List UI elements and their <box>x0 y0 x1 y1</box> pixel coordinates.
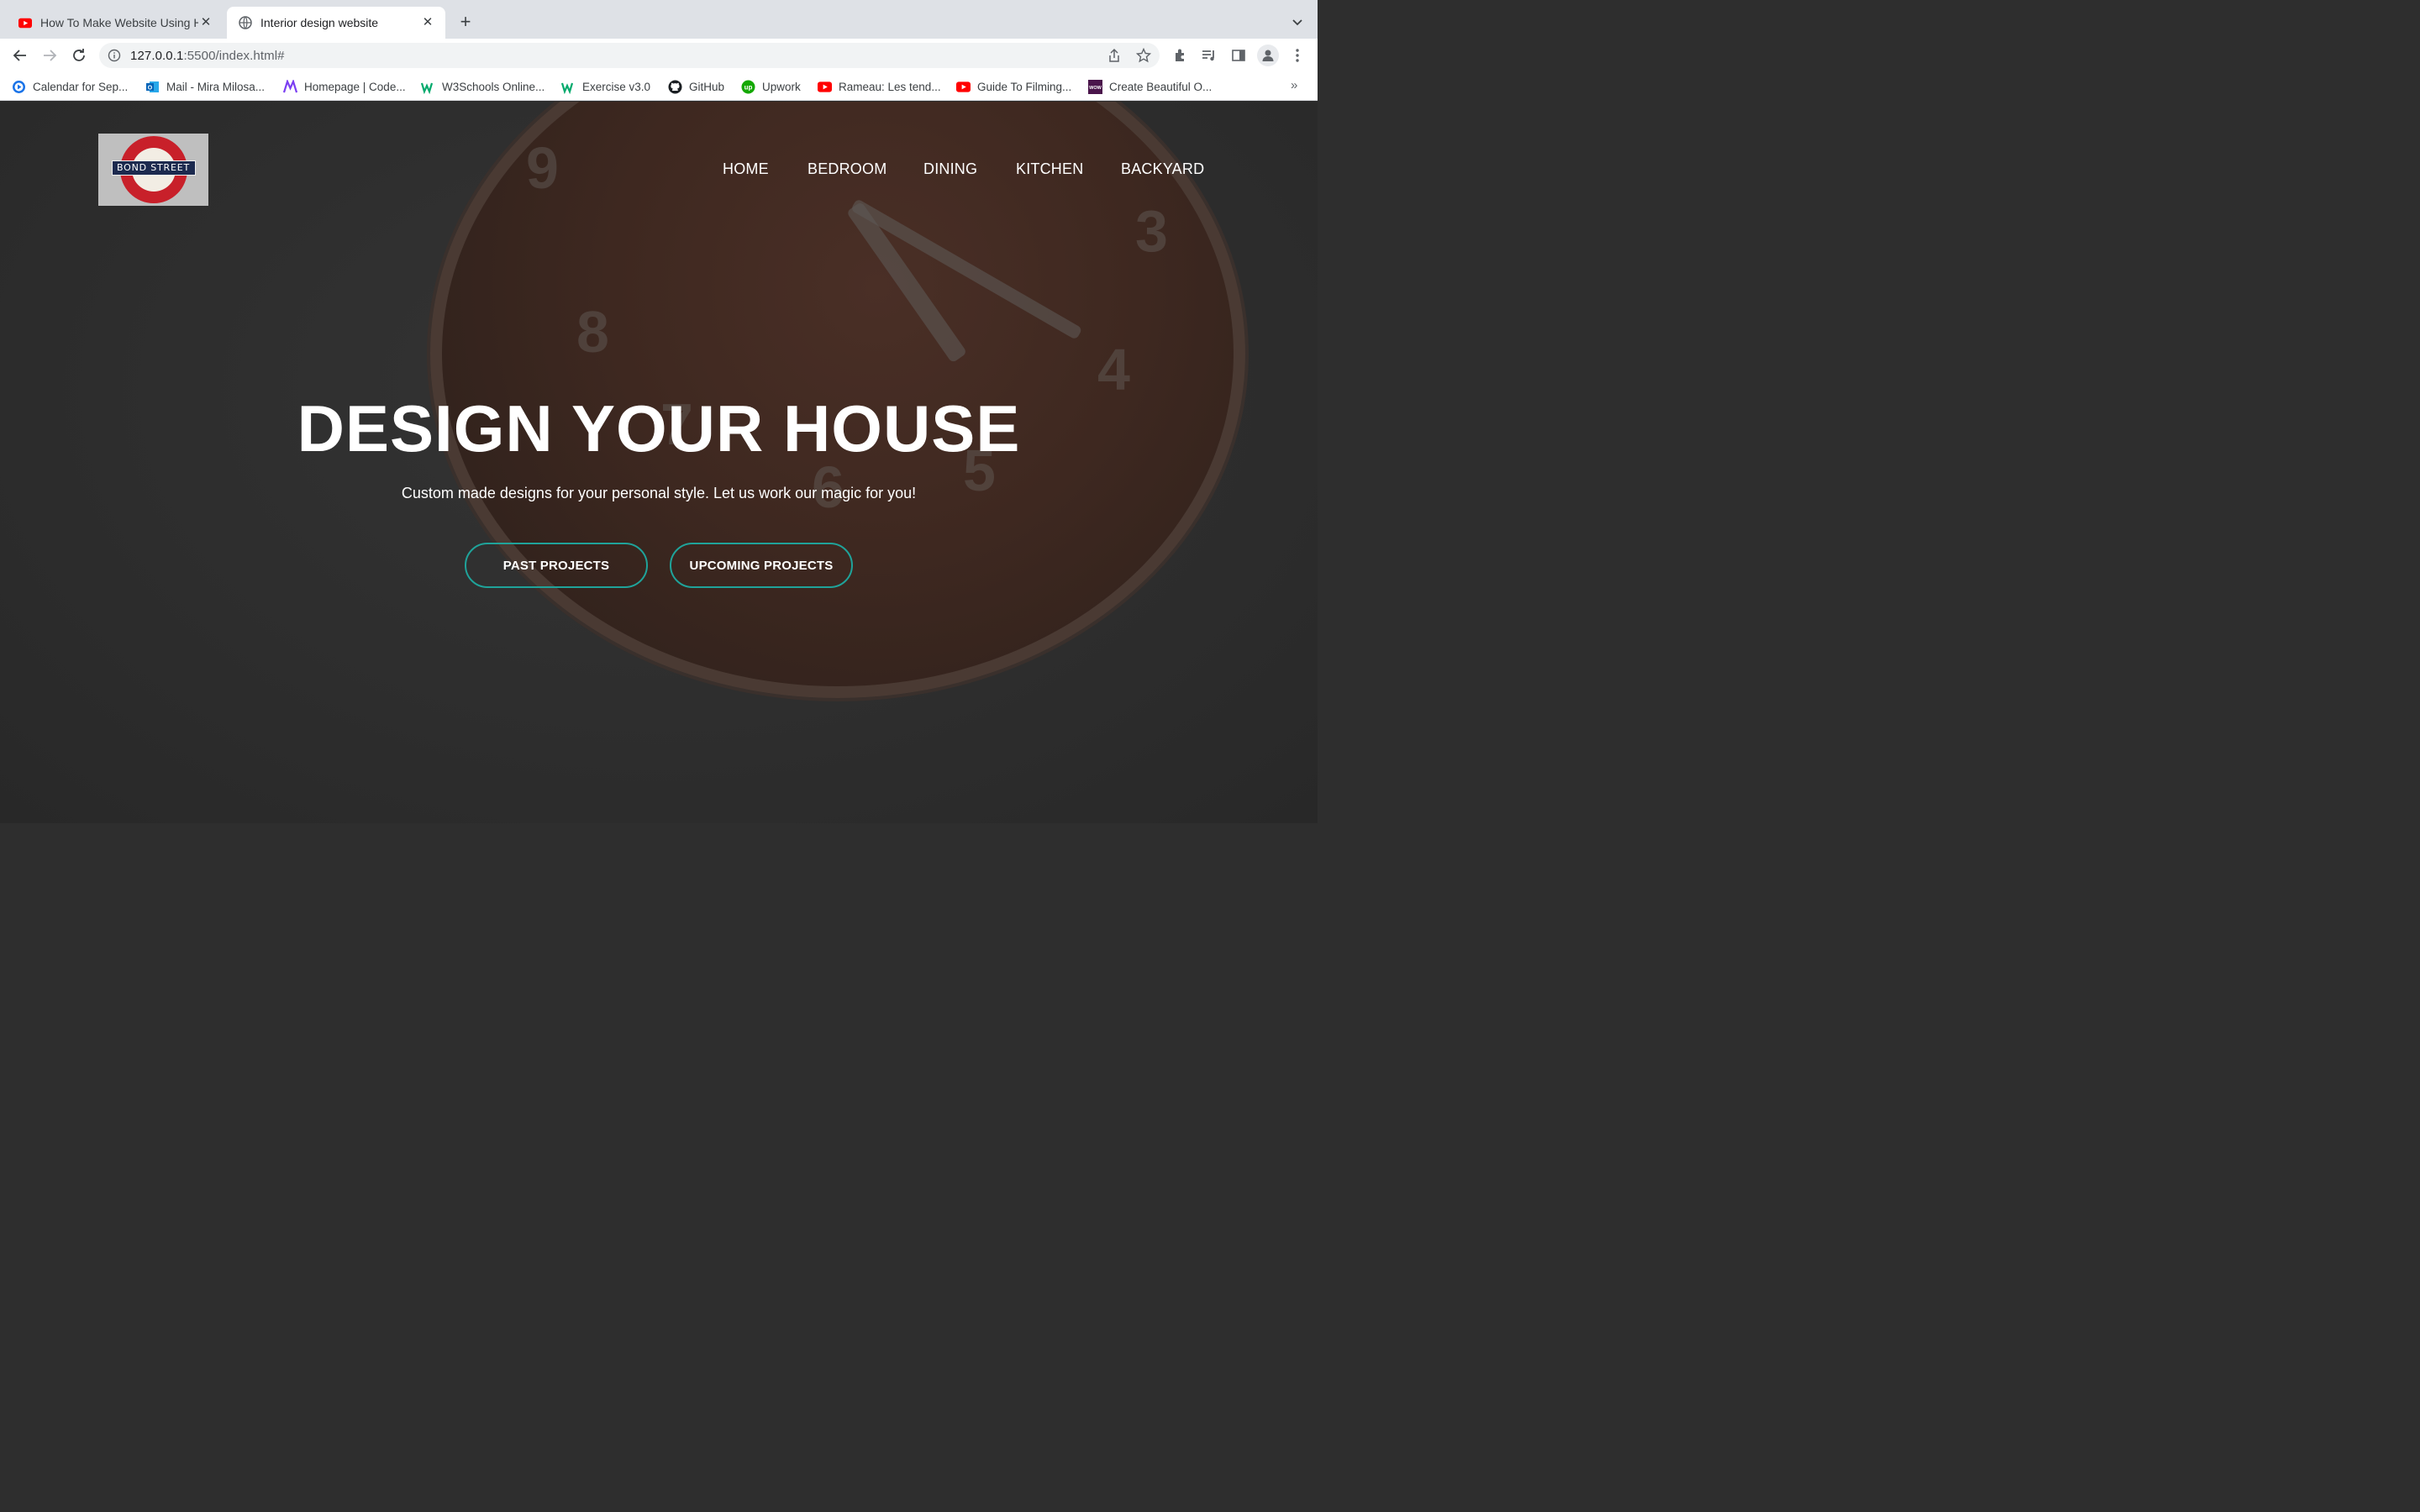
bookmark-label: Exercise v3.0 <box>582 80 651 93</box>
tab-strip: How To Make Website Using HTML ✕ Interio… <box>0 0 1318 39</box>
profile-avatar-icon[interactable] <box>1257 45 1279 66</box>
clock-hand <box>845 201 968 364</box>
bond-street-roundel: BOND STREET <box>111 136 196 203</box>
bookmark-item[interactable]: Calendar for Sep... <box>12 78 128 95</box>
upwork-icon: up <box>741 80 755 94</box>
bookmark-label: Guide To Filming... <box>977 80 1072 93</box>
bookmark-item[interactable]: Rameau: Les tend... <box>818 78 941 95</box>
tab-title: How To Make Website Using HTML <box>40 16 198 29</box>
tab-title: Interior design website <box>260 16 379 29</box>
site-logo[interactable]: BOND STREET <box>98 134 208 206</box>
bookmark-label: Calendar for Sep... <box>33 80 129 93</box>
hero-headline: DESIGN YOUR HOUSE <box>297 391 1021 465</box>
w3schools-icon <box>561 80 576 94</box>
side-panel-icon[interactable] <box>1230 47 1247 64</box>
clock-numeral: 8 <box>576 299 609 365</box>
bookmark-label: Mail - Mira Milosa... <box>166 80 266 93</box>
share-icon[interactable] <box>1107 48 1122 63</box>
logo-text: BOND STREET <box>111 160 196 176</box>
info-icon[interactable] <box>108 49 121 62</box>
bookmarks-bar: Calendar for Sep... O Mail - Mira Milosa… <box>0 72 1318 101</box>
tab-interior-design[interactable]: Interior design website ✕ <box>227 7 445 39</box>
youtube-icon <box>818 80 832 94</box>
nav-kitchen[interactable]: KITCHEN <box>1016 160 1083 178</box>
youtube-icon <box>956 80 971 94</box>
bookmark-item[interactable]: up Upwork <box>741 78 801 95</box>
bookmark-label: W3Schools Online... <box>442 80 545 93</box>
extensions-icon[interactable] <box>1172 47 1189 64</box>
w3schools-icon <box>421 80 435 94</box>
nav-bedroom[interactable]: BEDROOM <box>808 160 886 178</box>
reload-icon[interactable] <box>68 45 90 66</box>
upcoming-projects-button[interactable]: UPCOMING PROJECTS <box>670 543 853 588</box>
globe-icon <box>239 16 252 29</box>
bookmark-item[interactable]: Homepage | Code... <box>283 78 406 95</box>
clock-numeral: 9 <box>526 135 559 201</box>
address-bar[interactable]: 127.0.0.1:5500/index.html# <box>99 43 1160 68</box>
nav-dining[interactable]: DINING <box>923 160 977 178</box>
outlook-icon: O <box>145 80 160 94</box>
github-icon <box>668 80 682 94</box>
codecademy-icon <box>283 79 297 94</box>
chevron-down-icon[interactable] <box>1289 13 1306 30</box>
new-tab-button[interactable]: + <box>455 12 476 32</box>
close-icon[interactable]: ✕ <box>420 15 435 30</box>
browser-toolbar: 127.0.0.1:5500/index.html# <box>0 39 1318 72</box>
media-queue-icon[interactable] <box>1201 47 1218 64</box>
hero-section: 9 8 3 4 5 6 7 BOND STREET HOME BEDROOM D… <box>0 102 1318 823</box>
back-arrow-icon[interactable] <box>9 45 31 66</box>
bookmark-label: Homepage | Code... <box>304 80 406 93</box>
star-icon[interactable] <box>1135 47 1152 63</box>
tab-youtube[interactable]: How To Make Website Using HTML ✕ <box>7 7 224 39</box>
youtube-icon <box>18 16 32 29</box>
forward-arrow-icon[interactable] <box>39 45 60 66</box>
past-projects-button[interactable]: PAST PROJECTS <box>465 543 648 588</box>
svg-text:WOW: WOW <box>1089 86 1102 91</box>
hero-subtitle: Custom made designs for your personal st… <box>401 485 917 501</box>
bookmark-item[interactable]: O Mail - Mira Milosa... <box>145 78 265 95</box>
svg-text:up: up <box>744 83 753 91</box>
close-icon[interactable]: ✕ <box>198 15 213 30</box>
bookmark-item[interactable]: Guide To Filming... <box>956 78 1071 95</box>
wow-icon: WOW <box>1088 79 1102 94</box>
clock-numeral: 3 <box>1135 198 1168 264</box>
svg-text:O: O <box>148 85 153 91</box>
bookmarks-overflow-button[interactable]: » <box>1291 78 1297 92</box>
url-path: :5500/index.html# <box>183 49 285 63</box>
kebab-menu-icon[interactable] <box>1289 47 1306 64</box>
url-host: 127.0.0.1 <box>130 49 184 63</box>
bookmark-label: Create Beautiful O... <box>1109 80 1213 93</box>
bookmark-item[interactable]: W3Schools Online... <box>421 78 544 95</box>
bookmark-item[interactable]: WOW Create Beautiful O... <box>1088 78 1212 95</box>
url-text: 127.0.0.1:5500/index.html# <box>130 49 285 63</box>
bookmark-label: Rameau: Les tend... <box>839 80 941 93</box>
nav-backyard[interactable]: BACKYARD <box>1121 160 1204 178</box>
clock-hand <box>850 198 1083 340</box>
calendar-icon <box>12 80 26 94</box>
bookmark-label: GitHub <box>689 80 725 93</box>
bookmark-item[interactable]: GitHub <box>668 78 724 95</box>
nav-home[interactable]: HOME <box>723 160 769 178</box>
bookmark-label: Upwork <box>762 80 801 93</box>
bookmark-item[interactable]: Exercise v3.0 <box>561 78 650 95</box>
